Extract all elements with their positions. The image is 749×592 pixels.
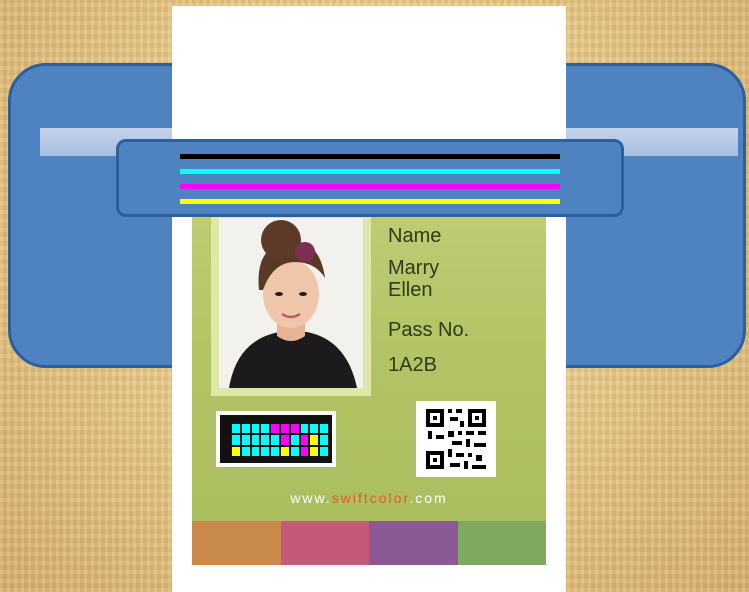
url-suffix: .com <box>409 490 448 506</box>
ink-line-yellow <box>180 199 560 204</box>
url-prefix: www. <box>290 490 332 506</box>
pass-label: Pass No. <box>388 319 470 341</box>
ink-line-magenta <box>180 184 560 189</box>
ink-line-black <box>180 154 560 159</box>
ink-line-cyan <box>180 169 560 174</box>
person-photo <box>219 218 363 388</box>
name-line-1: Marry <box>388 257 440 279</box>
swatch-pink <box>280 521 369 565</box>
url-brand: swiftcolor <box>331 490 410 506</box>
pass-value: 1A2B <box>388 354 437 376</box>
website-url: www.swiftcolor.com <box>192 490 546 506</box>
cmyk-color-bar-icon <box>216 411 336 467</box>
name-label: Name <box>388 225 442 247</box>
color-grid <box>232 424 328 456</box>
qr-code-icon <box>416 401 496 477</box>
swatch-green <box>457 521 546 565</box>
color-swatches <box>192 521 546 565</box>
name-line-2: Ellen <box>388 279 433 301</box>
print-head <box>116 139 624 217</box>
swatch-purple <box>369 521 458 565</box>
id-card: Name Marry Ellen Pass No. 1A2B www.swift… <box>192 165 546 565</box>
photo-frame <box>211 210 371 396</box>
swatch-orange <box>192 521 281 565</box>
